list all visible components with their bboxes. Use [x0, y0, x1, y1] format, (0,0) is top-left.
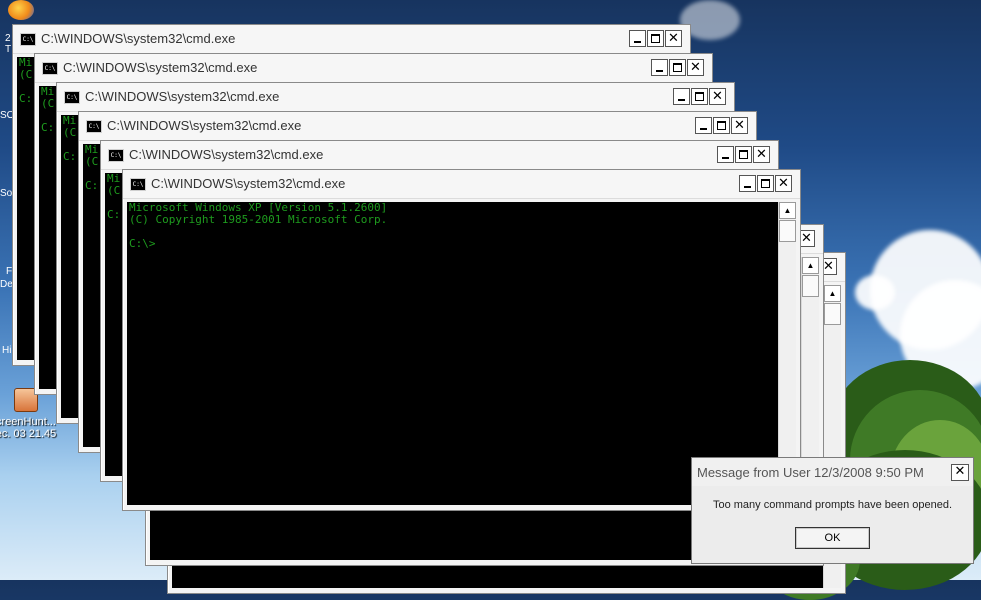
cmd-window-controls: ✕ — [716, 146, 770, 166]
desktop-icon-label: creenHunt... — [0, 416, 56, 428]
cmd-title-bar[interactable]: C:\ C:\WINDOWS\system32\cmd.exe ✕ — [35, 54, 712, 83]
cmd-title-bar[interactable]: C:\ C:\WINDOWS\system32\cmd.exe ✕ — [123, 170, 800, 199]
scroll-thumb[interactable] — [824, 303, 841, 325]
minimize-button[interactable] — [629, 30, 646, 47]
close-button[interactable]: ✕ — [731, 117, 748, 134]
minimize-button[interactable] — [717, 146, 734, 163]
desktop-partial-label: Hi — [2, 345, 12, 356]
desktop-partial-label: T — [5, 44, 12, 55]
message-close-button[interactable]: ✕ — [951, 464, 969, 481]
close-button[interactable]: ✕ — [709, 88, 726, 105]
scroll-up-arrow-icon[interactable]: ▲ — [779, 202, 796, 219]
scroll-up-arrow-icon[interactable]: ▲ — [824, 285, 841, 302]
console-prompt: C:\> — [129, 237, 156, 250]
cmd-title-bar[interactable]: C:\ C:\WINDOWS\system32\cmd.exe ✕ — [79, 112, 756, 141]
cmd-window-title: C:\WINDOWS\system32\cmd.exe — [129, 147, 324, 162]
cmd-window-title: C:\WINDOWS\system32\cmd.exe — [107, 118, 302, 133]
cmd-title-bar[interactable]: C:\ C:\WINDOWS\system32\cmd.exe ✕ — [101, 141, 778, 170]
minimize-button[interactable] — [673, 88, 690, 105]
cmd-window-controls: ✕ — [738, 175, 792, 195]
close-button[interactable]: ✕ — [775, 175, 792, 192]
maximize-button[interactable] — [735, 146, 752, 163]
cmd-app-icon[interactable]: C:\ — [108, 149, 124, 162]
desktop-partial-label: De — [0, 279, 13, 290]
desktop-ie-icon[interactable] — [8, 0, 34, 20]
close-button[interactable]: ✕ — [687, 59, 704, 76]
cmd-app-icon[interactable]: C:\ — [130, 178, 146, 191]
desktop-icon-screenhunter[interactable]: creenHunt... ec. 03 21.45 — [0, 388, 58, 440]
minimize-button[interactable] — [695, 117, 712, 134]
message-text: Too many command prompts have been opene… — [712, 499, 953, 511]
ok-button[interactable]: OK — [795, 527, 870, 549]
message-title-bar[interactable]: Message from User 12/3/2008 9:50 PM ✕ — [692, 458, 973, 486]
cmd-app-icon[interactable]: C:\ — [42, 62, 58, 75]
console-area[interactable]: Microsoft Windows XP [Version 5.1.2600] … — [127, 202, 778, 505]
desktop-icon-label: ec. 03 21.45 — [0, 428, 57, 440]
maximize-button[interactable] — [713, 117, 730, 134]
cmd-window-title: C:\WINDOWS\system32\cmd.exe — [85, 89, 280, 104]
message-dialog: Message from User 12/3/2008 9:50 PM ✕ To… — [691, 457, 974, 564]
close-button[interactable]: ✕ — [665, 30, 682, 47]
message-title: Message from User 12/3/2008 9:50 PM — [697, 465, 924, 480]
console-line-2: (C) Copyright 1985-2001 Microsoft Corp. — [129, 213, 388, 226]
cmd-title-bar[interactable]: C:\ C:\WINDOWS\system32\cmd.exe ✕ — [13, 25, 690, 54]
minimize-button[interactable] — [739, 175, 756, 192]
maximize-button[interactable] — [647, 30, 664, 47]
cmd-window-title: C:\WINDOWS\system32\cmd.exe — [151, 176, 346, 191]
scroll-up-arrow-icon[interactable]: ▲ — [802, 257, 819, 274]
cmd-app-icon[interactable]: C:\ — [64, 91, 80, 104]
minimize-button[interactable] — [651, 59, 668, 76]
scroll-thumb[interactable] — [802, 275, 819, 297]
cmd-window-controls: ✕ — [628, 30, 682, 50]
cmd-title-bar[interactable]: C:\ C:\WINDOWS\system32\cmd.exe ✕ — [57, 83, 734, 112]
cmd-app-icon[interactable]: C:\ — [20, 33, 36, 46]
desktop-partial-label: 2 — [5, 33, 11, 44]
maximize-button[interactable] — [691, 88, 708, 105]
close-button[interactable]: ✕ — [753, 146, 770, 163]
cmd-window-title: C:\WINDOWS\system32\cmd.exe — [63, 60, 258, 75]
maximize-button[interactable] — [757, 175, 774, 192]
maximize-button[interactable] — [669, 59, 686, 76]
cmd-window-controls: ✕ — [694, 117, 748, 137]
cmd-window-title: C:\WINDOWS\system32\cmd.exe — [41, 31, 236, 46]
scroll-thumb[interactable] — [779, 220, 796, 242]
cmd-window-controls: ✕ — [650, 59, 704, 79]
cmd-app-icon[interactable]: C:\ — [86, 120, 102, 133]
cmd-window-controls: ✕ — [672, 88, 726, 108]
desktop-partial-label: So — [0, 188, 13, 199]
